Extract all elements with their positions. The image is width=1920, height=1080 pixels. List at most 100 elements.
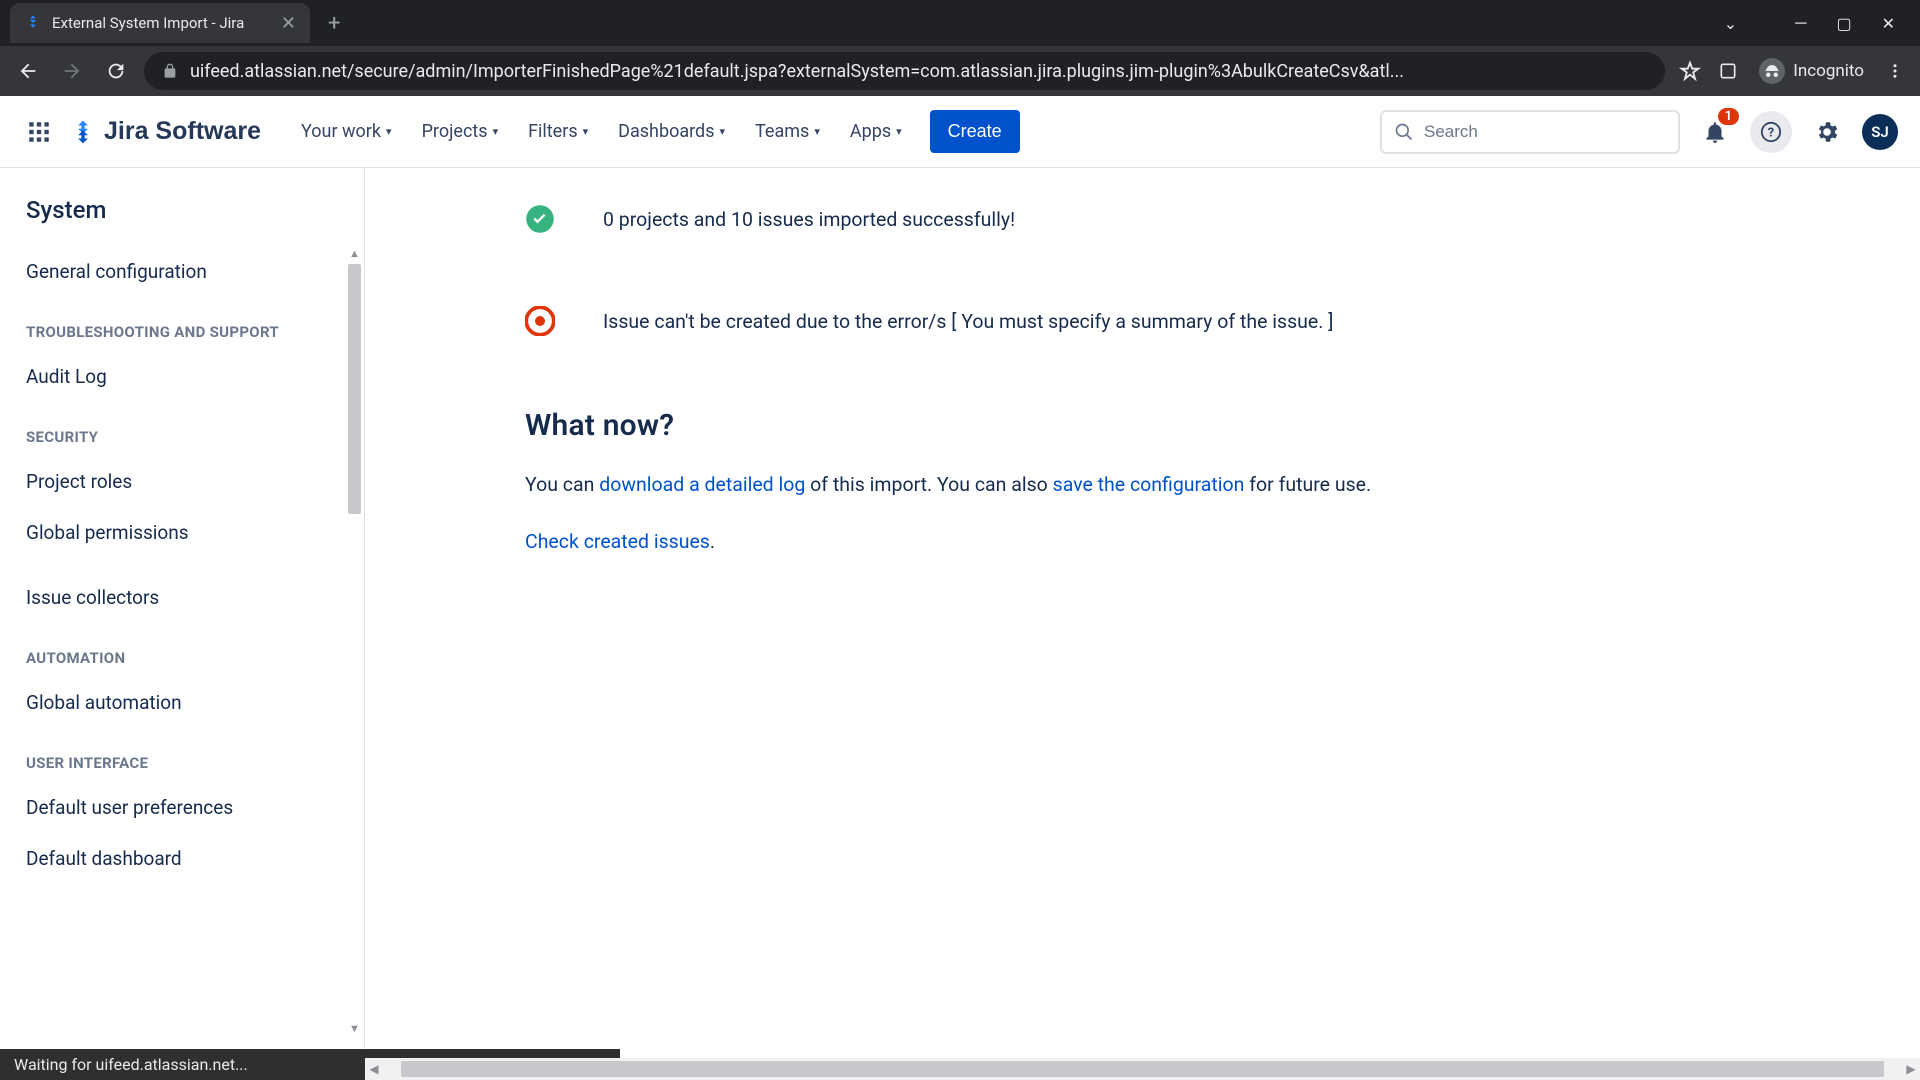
h-scrollbar-thumb[interactable] xyxy=(401,1061,1884,1077)
notification-badge: 1 xyxy=(1718,108,1739,125)
what-now-heading: What now? xyxy=(525,408,1860,443)
nav-teams[interactable]: Teams ▾ xyxy=(743,113,832,150)
scroll-down-icon[interactable]: ▼ xyxy=(347,1021,362,1036)
incognito-icon xyxy=(1759,58,1785,84)
nav-filters[interactable]: Filters ▾ xyxy=(516,113,600,150)
scroll-up-icon[interactable]: ▲ xyxy=(347,246,362,261)
scrollbar-thumb[interactable] xyxy=(348,264,361,514)
tab-close-icon[interactable]: ✕ xyxy=(281,13,296,34)
tab-title: External System Import - Jira xyxy=(52,14,244,32)
chevron-down-icon: ▾ xyxy=(896,125,902,138)
nav-dashboards[interactable]: Dashboards ▾ xyxy=(606,113,737,150)
settings-button[interactable] xyxy=(1806,111,1848,153)
search-input[interactable] xyxy=(1424,122,1666,142)
nav-label: Filters xyxy=(528,121,578,142)
svg-text:?: ? xyxy=(1768,125,1774,140)
close-window-button[interactable]: ✕ xyxy=(1882,14,1895,33)
extensions-button[interactable] xyxy=(1715,58,1741,84)
chevron-down-icon: ▾ xyxy=(386,125,392,138)
maximize-button[interactable]: ▢ xyxy=(1836,14,1851,33)
nav-apps[interactable]: Apps ▾ xyxy=(838,113,914,150)
success-message: 0 projects and 10 issues imported succes… xyxy=(603,208,1015,231)
lock-icon xyxy=(162,63,178,79)
help-icon: ? xyxy=(1760,121,1782,143)
error-message: Issue can't be created due to the error/… xyxy=(603,310,1333,333)
app-body: System General configuration TROUBLESHOO… xyxy=(0,168,1920,1056)
back-button[interactable] xyxy=(12,55,44,87)
incognito-label: Incognito xyxy=(1793,61,1864,81)
user-avatar[interactable]: SJ xyxy=(1862,114,1898,150)
para-text: You can xyxy=(525,473,599,496)
kebab-icon xyxy=(1886,62,1904,80)
chevron-down-icon: ▾ xyxy=(583,125,589,138)
sidebar-item-global-permissions[interactable]: Global permissions xyxy=(0,507,364,558)
sidebar-item-global-automation[interactable]: Global automation xyxy=(0,677,364,728)
browser-tab[interactable]: External System Import - Jira ✕ xyxy=(10,3,310,43)
chevron-down-icon: ▾ xyxy=(814,125,820,138)
sidebar-item-audit-log[interactable]: Audit Log xyxy=(0,351,364,402)
app-grid-icon xyxy=(26,119,52,145)
sidebar-item-project-roles[interactable]: Project roles xyxy=(0,456,364,507)
new-tab-button[interactable]: + xyxy=(328,11,340,36)
jira-favicon-icon xyxy=(24,14,42,32)
jira-header: Jira Software Your work ▾ Projects ▾ Filte… xyxy=(0,96,1920,168)
star-icon xyxy=(1679,60,1701,82)
sidebar-item-issue-collectors[interactable]: Issue collectors xyxy=(0,572,364,623)
search-icon xyxy=(1394,122,1414,142)
import-error-row: Issue can't be created due to the error/… xyxy=(525,306,1860,336)
url-text: uifeed.atlassian.net/secure/admin/Import… xyxy=(190,61,1404,82)
check-created-issues-link[interactable]: Check created issues xyxy=(525,530,710,553)
save-config-link[interactable]: save the configuration xyxy=(1053,473,1245,496)
sidebar-heading-troubleshooting: TROUBLESHOOTING AND SUPPORT xyxy=(0,297,364,351)
horizontal-scrollbar[interactable]: ◀ ▶ xyxy=(365,1058,1920,1080)
nav-label: Teams xyxy=(755,121,809,142)
import-success-row: 0 projects and 10 issues imported succes… xyxy=(525,204,1860,234)
sidebar-item-default-dashboard[interactable]: Default dashboard xyxy=(0,833,364,884)
nav-label: Apps xyxy=(850,121,891,142)
check-issues-paragraph: Check created issues. xyxy=(525,526,1860,557)
create-button[interactable]: Create xyxy=(930,110,1020,153)
help-button[interactable]: ? xyxy=(1750,111,1792,153)
browser-menu-button[interactable] xyxy=(1882,58,1908,84)
product-name: Jira Software xyxy=(104,117,261,146)
reload-icon xyxy=(105,60,127,82)
arrow-left-icon xyxy=(17,60,39,82)
main-content: 0 projects and 10 issues imported succes… xyxy=(365,168,1920,1056)
sidebar-scrollbar[interactable]: ▲ ▼ xyxy=(347,246,362,1036)
para-text: of this import. You can also xyxy=(805,473,1052,496)
tab-strip: External System Import - Jira ✕ + ⌄ ─ ▢ … xyxy=(0,0,1920,46)
notifications-button[interactable]: 1 xyxy=(1694,111,1736,153)
sidebar-item-general-config[interactable]: General configuration xyxy=(0,246,364,297)
jira-logo[interactable]: Jira Software xyxy=(70,117,261,146)
search-box[interactable] xyxy=(1380,110,1680,154)
nav-label: Your work xyxy=(301,121,381,142)
minimize-button[interactable]: ─ xyxy=(1795,13,1806,33)
error-icon xyxy=(525,306,555,336)
sidebar-title: System xyxy=(0,196,364,246)
chevron-down-icon: ▾ xyxy=(720,125,726,138)
reload-button[interactable] xyxy=(100,55,132,87)
chevron-down-icon: ▾ xyxy=(493,125,499,138)
extension-icon xyxy=(1718,61,1738,81)
incognito-indicator[interactable]: Incognito xyxy=(1753,54,1870,88)
address-bar[interactable]: uifeed.atlassian.net/secure/admin/Import… xyxy=(144,52,1665,90)
scroll-left-icon[interactable]: ◀ xyxy=(365,1062,383,1076)
forward-button[interactable] xyxy=(56,55,88,87)
bookmark-button[interactable] xyxy=(1677,58,1703,84)
what-now-paragraph: You can download a detailed log of this … xyxy=(525,469,1860,500)
para-text: for future use. xyxy=(1244,473,1371,496)
nav-label: Dashboards xyxy=(618,121,714,142)
download-log-link[interactable]: download a detailed log xyxy=(599,473,805,496)
sidebar-heading-automation: AUTOMATION xyxy=(0,623,364,677)
scroll-right-icon[interactable]: ▶ xyxy=(1902,1062,1920,1076)
nav-your-work[interactable]: Your work ▾ xyxy=(289,113,404,150)
sidebar-heading-ui: USER INTERFACE xyxy=(0,728,364,782)
sidebar-heading-security: SECURITY xyxy=(0,402,364,456)
success-check-icon xyxy=(525,204,555,234)
nav-projects[interactable]: Projects ▾ xyxy=(410,113,511,150)
tab-dropdown-icon[interactable]: ⌄ xyxy=(1724,14,1737,33)
app-switcher-button[interactable] xyxy=(22,115,56,149)
sidebar-item-default-user-prefs[interactable]: Default user preferences xyxy=(0,782,364,833)
period: . xyxy=(710,530,715,553)
nav-label: Projects xyxy=(422,121,488,142)
